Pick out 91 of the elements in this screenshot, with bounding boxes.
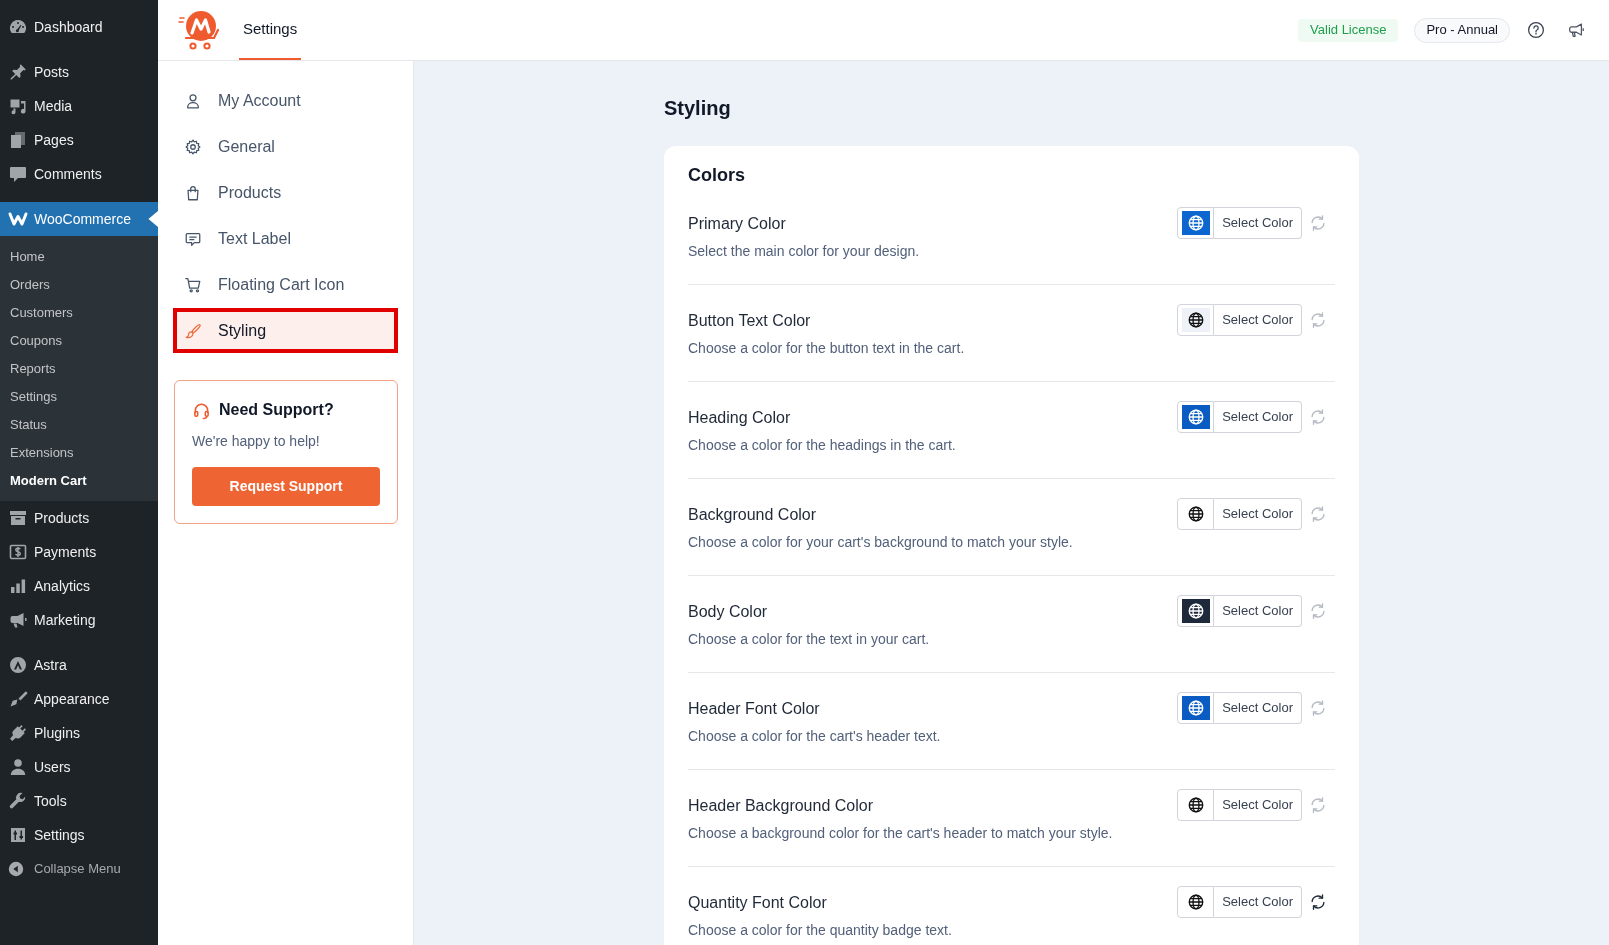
settings-nav-item[interactable]: Styling bbox=[173, 308, 398, 353]
settings-icon bbox=[184, 137, 202, 156]
pin-icon bbox=[8, 62, 28, 82]
settings-nav-item[interactable]: General bbox=[173, 124, 398, 169]
setting-title: Header Background Color bbox=[688, 796, 874, 816]
setting-description: Select the main color for your design. bbox=[688, 242, 920, 261]
pages-icon bbox=[8, 130, 28, 150]
setting-title: Primary Color bbox=[688, 214, 787, 234]
submenu-item[interactable]: Home bbox=[0, 243, 158, 271]
collapse-menu-button[interactable]: Collapse Menu bbox=[0, 852, 158, 886]
select-color-button[interactable]: Select Color bbox=[1214, 207, 1302, 239]
submenu-item[interactable]: Settings bbox=[0, 383, 158, 411]
admin-menu-item[interactable]: Analytics bbox=[0, 569, 158, 603]
admin-menu-item[interactable]: Comments bbox=[0, 157, 158, 191]
admin-menu-item[interactable]: Users bbox=[0, 750, 158, 784]
admin-menu-item[interactable]: Plugins bbox=[0, 716, 158, 750]
select-color-button[interactable]: Select Color bbox=[1214, 886, 1302, 918]
plug-icon bbox=[8, 723, 28, 743]
admin-menu-item[interactable]: Pages bbox=[0, 123, 158, 157]
brush-icon bbox=[8, 689, 28, 709]
setting-description: Choose a color for the cart's header text. bbox=[688, 727, 941, 746]
submenu-item[interactable]: Modern Cart bbox=[0, 467, 158, 495]
submenu-item[interactable]: Orders bbox=[0, 271, 158, 299]
globe-icon bbox=[1186, 505, 1205, 523]
submenu-item[interactable]: Coupons bbox=[0, 327, 158, 355]
page-title: Styling bbox=[664, 96, 732, 121]
settings-nav-item[interactable]: Text Label bbox=[173, 216, 398, 261]
globe-icon bbox=[1186, 796, 1205, 814]
setting-title: Heading Color bbox=[688, 408, 792, 428]
dollar-box-icon bbox=[8, 542, 28, 562]
select-color-button[interactable]: Select Color bbox=[1214, 789, 1302, 821]
globe-icon bbox=[1186, 699, 1205, 717]
admin-menu-item[interactable]: Payments bbox=[0, 535, 158, 569]
user-icon bbox=[184, 91, 202, 110]
setting-description: Choose a color for your cart's background to match your style. bbox=[688, 533, 1073, 552]
setting-title: Body Color bbox=[688, 602, 769, 622]
cart-icon bbox=[184, 275, 202, 294]
license-badge: Valid License bbox=[1298, 18, 1399, 42]
admin-menu-item[interactable]: WooCommerce bbox=[0, 202, 158, 236]
setting-description: Choose a color for the button text in the cart. bbox=[688, 339, 965, 358]
submenu-item[interactable]: Status bbox=[0, 411, 158, 439]
submenu-item[interactable]: Extensions bbox=[0, 439, 158, 467]
setting-title: Header Font Color bbox=[688, 699, 821, 719]
megaphone-icon[interactable] bbox=[1567, 21, 1585, 39]
shopping-bag-icon bbox=[184, 183, 202, 202]
support-text: We're happy to help! bbox=[192, 432, 321, 451]
globe-icon bbox=[1186, 311, 1205, 329]
support-title: Need Support? bbox=[219, 400, 334, 420]
sliders-icon bbox=[8, 825, 28, 845]
admin-menu-item[interactable]: Media bbox=[0, 89, 158, 123]
plan-badge: Pro - Annual bbox=[1414, 17, 1510, 43]
admin-menu-item[interactable]: Appearance bbox=[0, 682, 158, 716]
setting-description: Choose a color for the headings in the cart. bbox=[688, 436, 956, 455]
setting-description: Choose a background color for the cart's header to match your style. bbox=[688, 824, 1113, 843]
settings-nav-item[interactable]: Products bbox=[173, 170, 398, 215]
comment-icon bbox=[8, 164, 28, 184]
setting-title: Button Text Color bbox=[688, 311, 812, 331]
submenu-item[interactable]: Customers bbox=[0, 299, 158, 327]
submenu-item[interactable]: Reports bbox=[0, 355, 158, 383]
archive-box-icon bbox=[8, 508, 28, 528]
settings-nav-item[interactable]: Floating Cart Icon bbox=[173, 262, 398, 307]
brush-icon bbox=[184, 321, 202, 340]
cart-logo-icon bbox=[178, 9, 220, 51]
section-title: Colors bbox=[688, 164, 746, 187]
select-color-button[interactable]: Select Color bbox=[1214, 692, 1302, 724]
admin-menu-item[interactable]: Marketing bbox=[0, 603, 158, 637]
admin-menu-item[interactable]: Dashboard bbox=[0, 10, 158, 44]
admin-menu-item[interactable]: Posts bbox=[0, 55, 158, 89]
setting-description: Choose a color for the text in your cart. bbox=[688, 630, 930, 649]
wrench-icon bbox=[8, 791, 28, 811]
setting-description: Choose a color for the quantity badge text. bbox=[688, 921, 952, 940]
admin-menu-item[interactable]: Tools bbox=[0, 784, 158, 818]
admin-menu-item[interactable]: Settings bbox=[0, 818, 158, 852]
setting-title: Quantity Font Color bbox=[688, 893, 828, 913]
globe-icon bbox=[1186, 214, 1205, 232]
megaphone-icon bbox=[8, 610, 28, 630]
select-color-button[interactable]: Select Color bbox=[1214, 498, 1302, 530]
globe-icon bbox=[1186, 408, 1205, 426]
help-icon[interactable] bbox=[1527, 21, 1545, 39]
globe-icon bbox=[1186, 893, 1205, 911]
admin-menu-item[interactable]: Astra bbox=[0, 648, 158, 682]
select-color-button[interactable]: Select Color bbox=[1214, 401, 1302, 433]
setting-title: Background Color bbox=[688, 505, 818, 525]
user-icon bbox=[8, 757, 28, 777]
reset-icon[interactable] bbox=[1309, 893, 1327, 911]
collapse-arrow-icon bbox=[7, 860, 25, 878]
admin-menu-item[interactable]: Products bbox=[0, 501, 158, 535]
settings-nav-item[interactable]: My Account bbox=[173, 78, 398, 123]
globe-icon bbox=[1186, 602, 1205, 620]
select-color-button[interactable]: Select Color bbox=[1214, 304, 1302, 336]
select-color-button[interactable]: Select Color bbox=[1214, 595, 1302, 627]
